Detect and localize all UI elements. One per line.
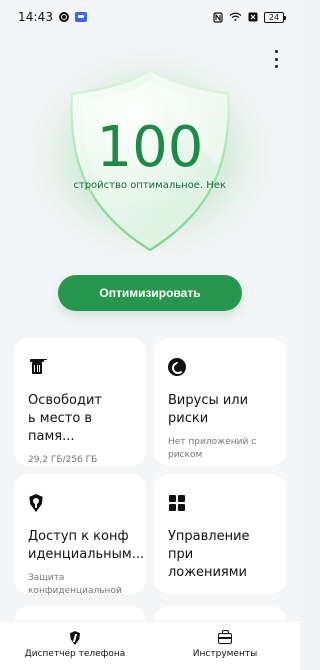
tab-phone-manager-label: Диспетчер телефона — [24, 649, 126, 659]
app-icon — [75, 12, 88, 22]
tab-phone-manager[interactable]: Диспетчер телефона — [0, 625, 150, 665]
more-options-button[interactable] — [268, 50, 284, 68]
app-management-card[interactable]: Управление при ложениями — [154, 474, 286, 594]
privacy-access-card[interactable]: Доступ к конф иденциальным... Защита кон… — [14, 474, 146, 596]
wifi-icon — [229, 12, 242, 22]
privacy-shield-icon — [29, 494, 43, 512]
virus-risk-title: Вирусы или риски — [168, 393, 249, 426]
free-storage-title: Освободит ь место в памя... — [28, 393, 102, 444]
battery-level: 24 — [268, 12, 280, 22]
phone-manager-screen: 14:43 24 100 стройство оптимальное. Нек … — [0, 0, 300, 670]
status-right: 24 — [213, 11, 286, 23]
virus-scan-icon — [168, 358, 186, 376]
storage-usage-text: 29,2 ГБ/256 ГБ — [28, 455, 98, 465]
gear-icon — [59, 12, 70, 22]
status-time: 14:43 — [18, 10, 54, 24]
virus-risk-card[interactable]: Вирусы или риски Нет приложений с риском — [154, 338, 286, 466]
phone-manager-icon — [69, 631, 81, 645]
optimization-status-text: Ваше устройство оптимальное. Некоторые — [74, 180, 226, 194]
bottom-navigation: Диспетчер телефона Инструменты — [0, 620, 300, 670]
free-storage-card[interactable]: Освободит ь место в памя... 29,2 ГБ/256 … — [14, 338, 146, 466]
close-box-icon — [248, 12, 258, 22]
tab-tools-label: Инструменты — [192, 649, 258, 659]
apps-grid-icon — [168, 494, 186, 512]
status-bar: 14:43 24 — [0, 0, 300, 34]
privacy-access-subtitle: Защита конфиденциальной — [28, 573, 122, 596]
menu-dot — [274, 57, 278, 61]
status-left: 14:43 — [18, 10, 88, 24]
toolbox-icon — [218, 630, 232, 644]
optimize-button[interactable]: Оптимизировать — [58, 275, 242, 311]
menu-dot — [274, 65, 278, 68]
tab-tools[interactable]: Инструменты — [150, 625, 300, 665]
optimization-status-label: Ваше устройство оптимальное. Некоторые — [74, 180, 226, 191]
nfc-icon — [213, 11, 223, 23]
battery-icon: 24 — [264, 11, 286, 23]
app-management-title: Управление при ложениями — [168, 529, 250, 580]
privacy-access-title: Доступ к конф иденциальным... — [28, 529, 145, 562]
trash-icon — [28, 358, 46, 376]
virus-risk-subtitle: Нет приложений с риском — [168, 437, 257, 460]
menu-dot — [274, 50, 278, 53]
optimization-score: 100 — [96, 115, 204, 180]
